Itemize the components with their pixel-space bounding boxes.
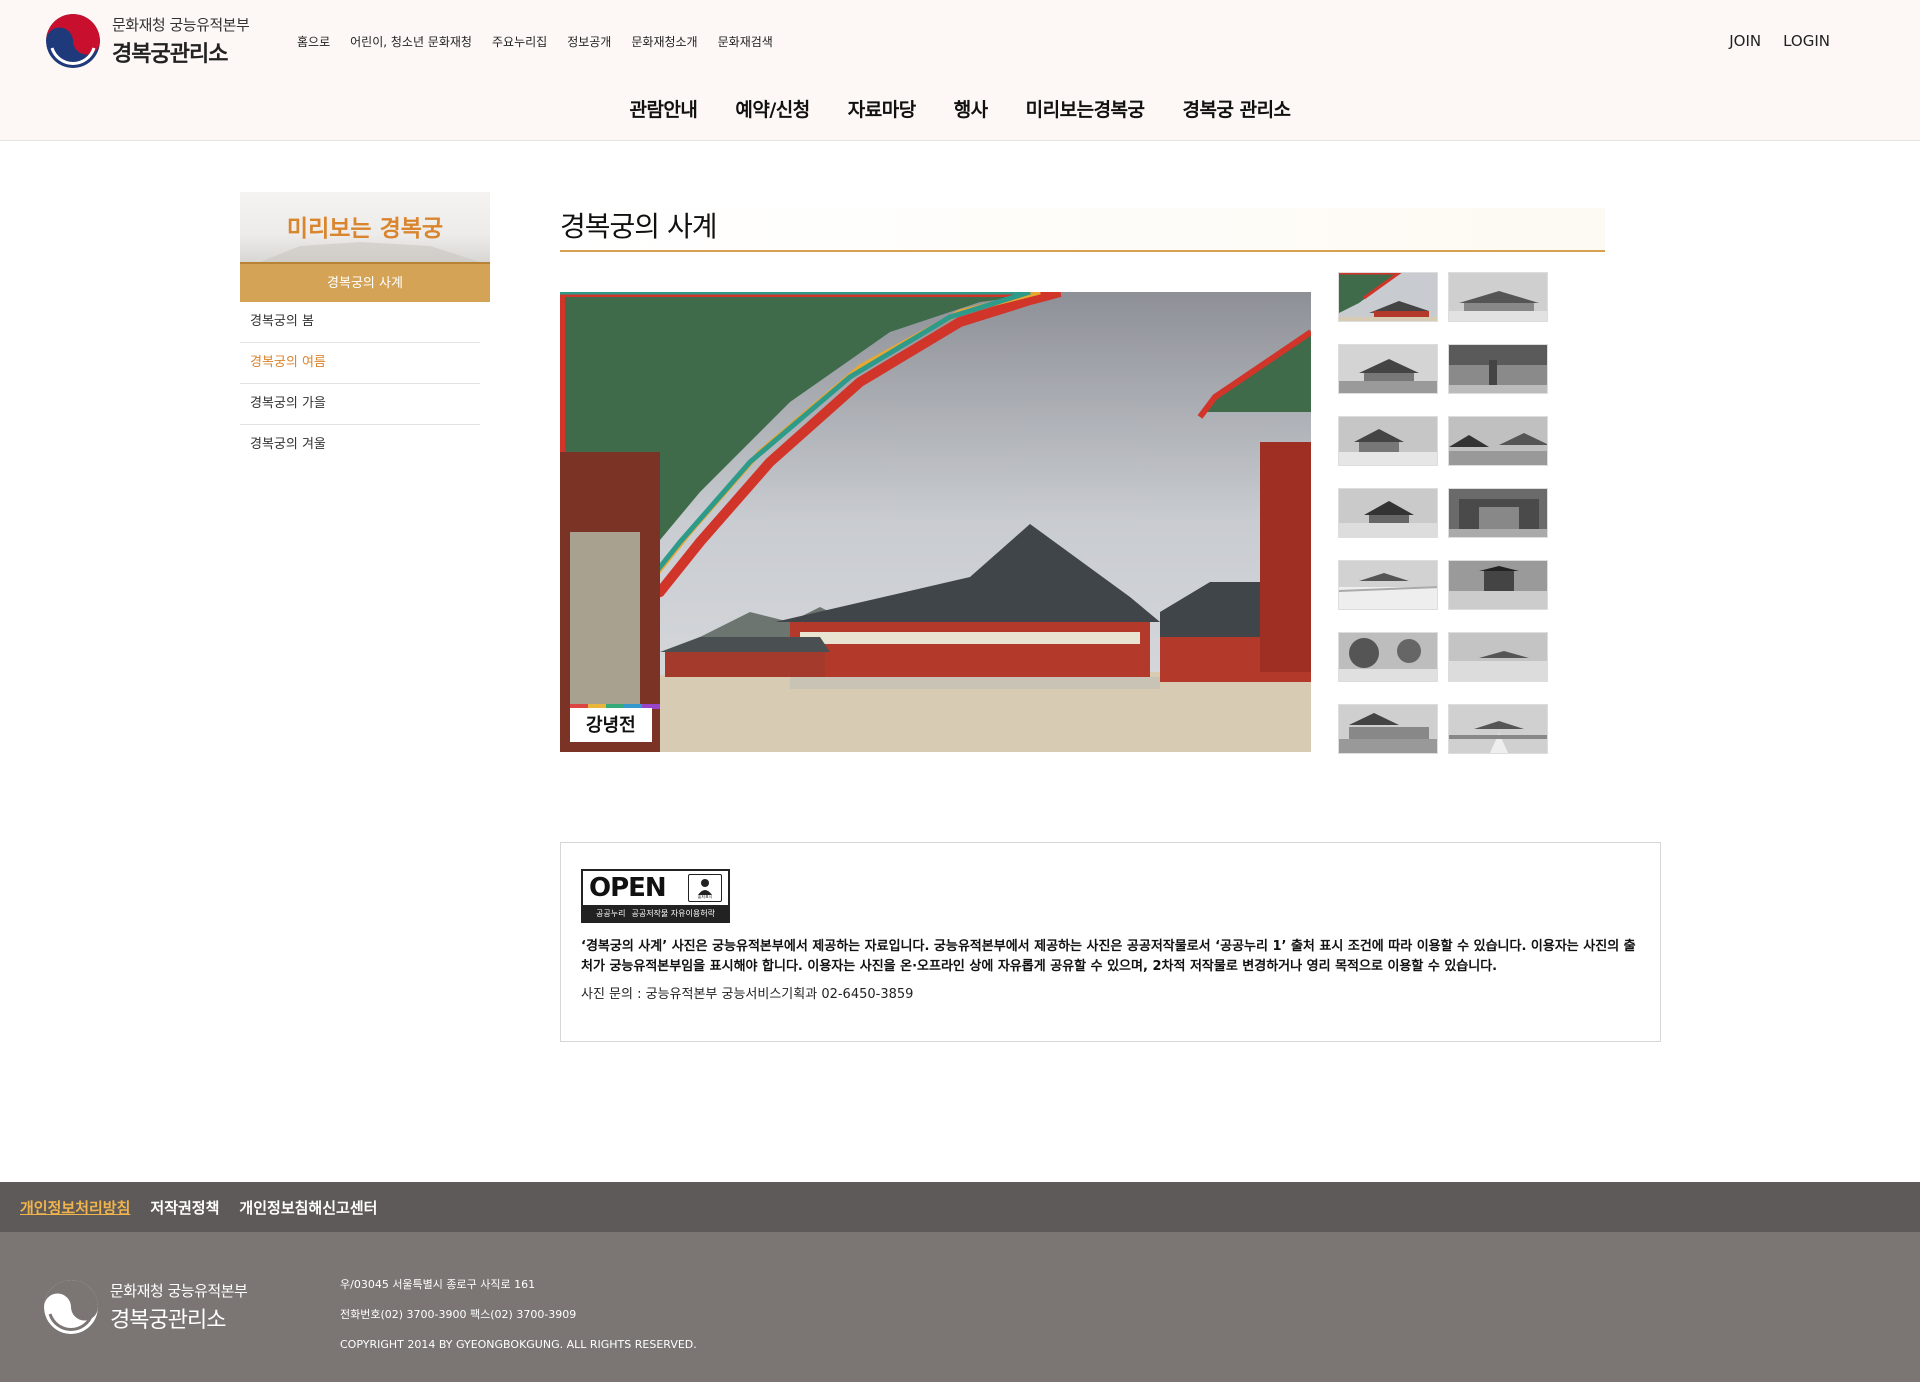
footer-taeguk-logo-icon bbox=[44, 1280, 98, 1334]
sidebar-title-text: 미리보는 경복궁 bbox=[286, 216, 444, 242]
thumbnail-7[interactable] bbox=[1338, 488, 1438, 538]
page-title-bar: 경복궁의 사계 bbox=[560, 208, 1605, 252]
roof-decoration-icon bbox=[260, 242, 480, 262]
kogl-open-badge[interactable]: OPEN 출처표시 공공누리 공공저작물 자유이용허락 bbox=[581, 869, 730, 923]
license-text: ‘경복궁의 사계’ 사진은 궁능유적본부에서 제공하는 자료입니다. 궁능유적본… bbox=[581, 939, 1636, 974]
footer-phone: 전화번호(02) 3700-3900 팩스(02) 3700-3909 bbox=[340, 1308, 577, 1321]
thumbnail-5[interactable] bbox=[1338, 416, 1438, 466]
thumbnail-10[interactable] bbox=[1448, 560, 1548, 610]
main-photo bbox=[560, 292, 1311, 752]
footer-org-line2: 경복궁관리소 bbox=[110, 1308, 226, 1333]
util-link-home[interactable]: 홈으로 bbox=[297, 33, 330, 50]
sidebar: 미리보는 경복궁 경복궁의 사계 경복궁의 봄 경복궁의 여름 경복궁의 가을 … bbox=[240, 192, 490, 466]
sidebar-item-spring[interactable]: 경복궁의 봄 bbox=[240, 302, 480, 343]
nav-reservation[interactable]: 예약/신청 bbox=[735, 95, 810, 122]
license-contact: 사진 문의 : 궁능유적본부 궁능서비스기획과 02-6450-3859 bbox=[581, 987, 914, 1002]
thumbnail-1[interactable] bbox=[1338, 272, 1438, 322]
thumbnail-6[interactable] bbox=[1448, 416, 1548, 466]
footer-copyright: COPYRIGHT 2014 BY GYEONGBOKGUNG. ALL RIG… bbox=[340, 1338, 697, 1351]
thumbnail-grid bbox=[1338, 272, 1548, 754]
footer-info: 우/03045 서울특별시 종로구 사직로 161 전화번호(02) 3700-… bbox=[340, 1270, 697, 1360]
thumbnail-8[interactable] bbox=[1448, 488, 1548, 538]
taeguk-logo-icon bbox=[46, 14, 100, 68]
util-link-main-sites[interactable]: 주요누리집 bbox=[492, 33, 547, 50]
attribution-person-label: 출처표시 bbox=[698, 893, 713, 899]
util-link-kids[interactable]: 어린이, 청소년 문화재청 bbox=[350, 33, 472, 50]
nav-events[interactable]: 행사 bbox=[954, 95, 988, 122]
nav-visit-guide[interactable]: 관람안내 bbox=[629, 95, 697, 122]
sidebar-title: 미리보는 경복궁 bbox=[240, 192, 490, 262]
site-logo[interactable]: 문화재청 궁능유적본부 경복궁관리소 bbox=[46, 14, 250, 68]
thumbnail-2[interactable] bbox=[1448, 272, 1548, 322]
sidebar-item-summer[interactable]: 경복궁의 여름 bbox=[240, 343, 480, 384]
attribution-person-icon: 출처표시 bbox=[688, 874, 722, 902]
open-badge-label-right: 공공저작물 자유이용허락 bbox=[631, 908, 715, 918]
site-header: 문화재청 궁능유적본부 경복궁관리소 홈으로 어린이, 청소년 문화재청 주요누… bbox=[0, 0, 1920, 141]
sidebar-item-winter[interactable]: 경복궁의 겨울 bbox=[240, 425, 480, 466]
open-badge-word: OPEN bbox=[589, 873, 667, 903]
license-box: OPEN 출처표시 공공누리 공공저작물 자유이용허락 ‘경복궁의 사계’ 사진… bbox=[560, 842, 1661, 1042]
footer-link-privacy-report[interactable]: 개인정보침해신고센터 bbox=[239, 1197, 377, 1218]
thumbnail-12[interactable] bbox=[1448, 632, 1548, 682]
footer-logo: 문화재청 궁능유적본부 경복궁관리소 bbox=[44, 1280, 248, 1334]
footer-link-privacy[interactable]: 개인정보처리방침 bbox=[20, 1197, 130, 1218]
logo-org-line1: 문화재청 궁능유적본부 bbox=[112, 16, 250, 34]
nav-office[interactable]: 경복궁 관리소 bbox=[1183, 95, 1292, 122]
sidebar-active-section[interactable]: 경복궁의 사계 bbox=[240, 262, 490, 302]
thumbnail-3[interactable] bbox=[1338, 344, 1438, 394]
util-link-disclosure[interactable]: 정보공개 bbox=[567, 33, 611, 50]
auth-links: JOIN LOGIN bbox=[1729, 32, 1830, 50]
main-nav: 관람안내 예약/신청 자료마당 행사 미리보는경복궁 경복궁 관리소 bbox=[0, 95, 1920, 122]
nav-resources[interactable]: 자료마당 bbox=[848, 95, 916, 122]
thumbnail-9[interactable] bbox=[1338, 560, 1438, 610]
logo-org-line2: 경복궁관리소 bbox=[112, 42, 228, 67]
footer-address: 우/03045 서울특별시 종로구 사직로 161 bbox=[340, 1278, 536, 1291]
nav-preview-palace[interactable]: 미리보는경복궁 bbox=[1026, 95, 1145, 122]
footer-links: 개인정보처리방침 저작권정책 개인정보침해신고센터 bbox=[0, 1182, 1920, 1232]
utility-nav: 홈으로 어린이, 청소년 문화재청 주요누리집 정보공개 문화재청소개 문화재검… bbox=[297, 33, 773, 50]
footer: 문화재청 궁능유적본부 경복궁관리소 우/03045 서울특별시 종로구 사직로… bbox=[0, 1232, 1920, 1382]
login-link[interactable]: LOGIN bbox=[1783, 32, 1830, 50]
sidebar-item-autumn[interactable]: 경복궁의 가을 bbox=[240, 384, 480, 425]
footer-link-copyright[interactable]: 저작권정책 bbox=[150, 1197, 219, 1218]
thumbnail-14[interactable] bbox=[1448, 704, 1548, 754]
join-link[interactable]: JOIN bbox=[1729, 32, 1761, 50]
thumbnail-13[interactable] bbox=[1338, 704, 1438, 754]
photo-caption: 강녕전 bbox=[570, 708, 652, 742]
thumbnail-4[interactable] bbox=[1448, 344, 1548, 394]
page-title: 경복궁의 사계 bbox=[560, 210, 717, 243]
footer-org-line1: 문화재청 궁능유적본부 bbox=[110, 1282, 248, 1300]
open-badge-label-left: 공공누리 bbox=[596, 908, 626, 918]
util-link-about[interactable]: 문화재청소개 bbox=[631, 33, 697, 50]
thumbnail-11[interactable] bbox=[1338, 632, 1438, 682]
util-link-search[interactable]: 문화재검색 bbox=[718, 33, 773, 50]
